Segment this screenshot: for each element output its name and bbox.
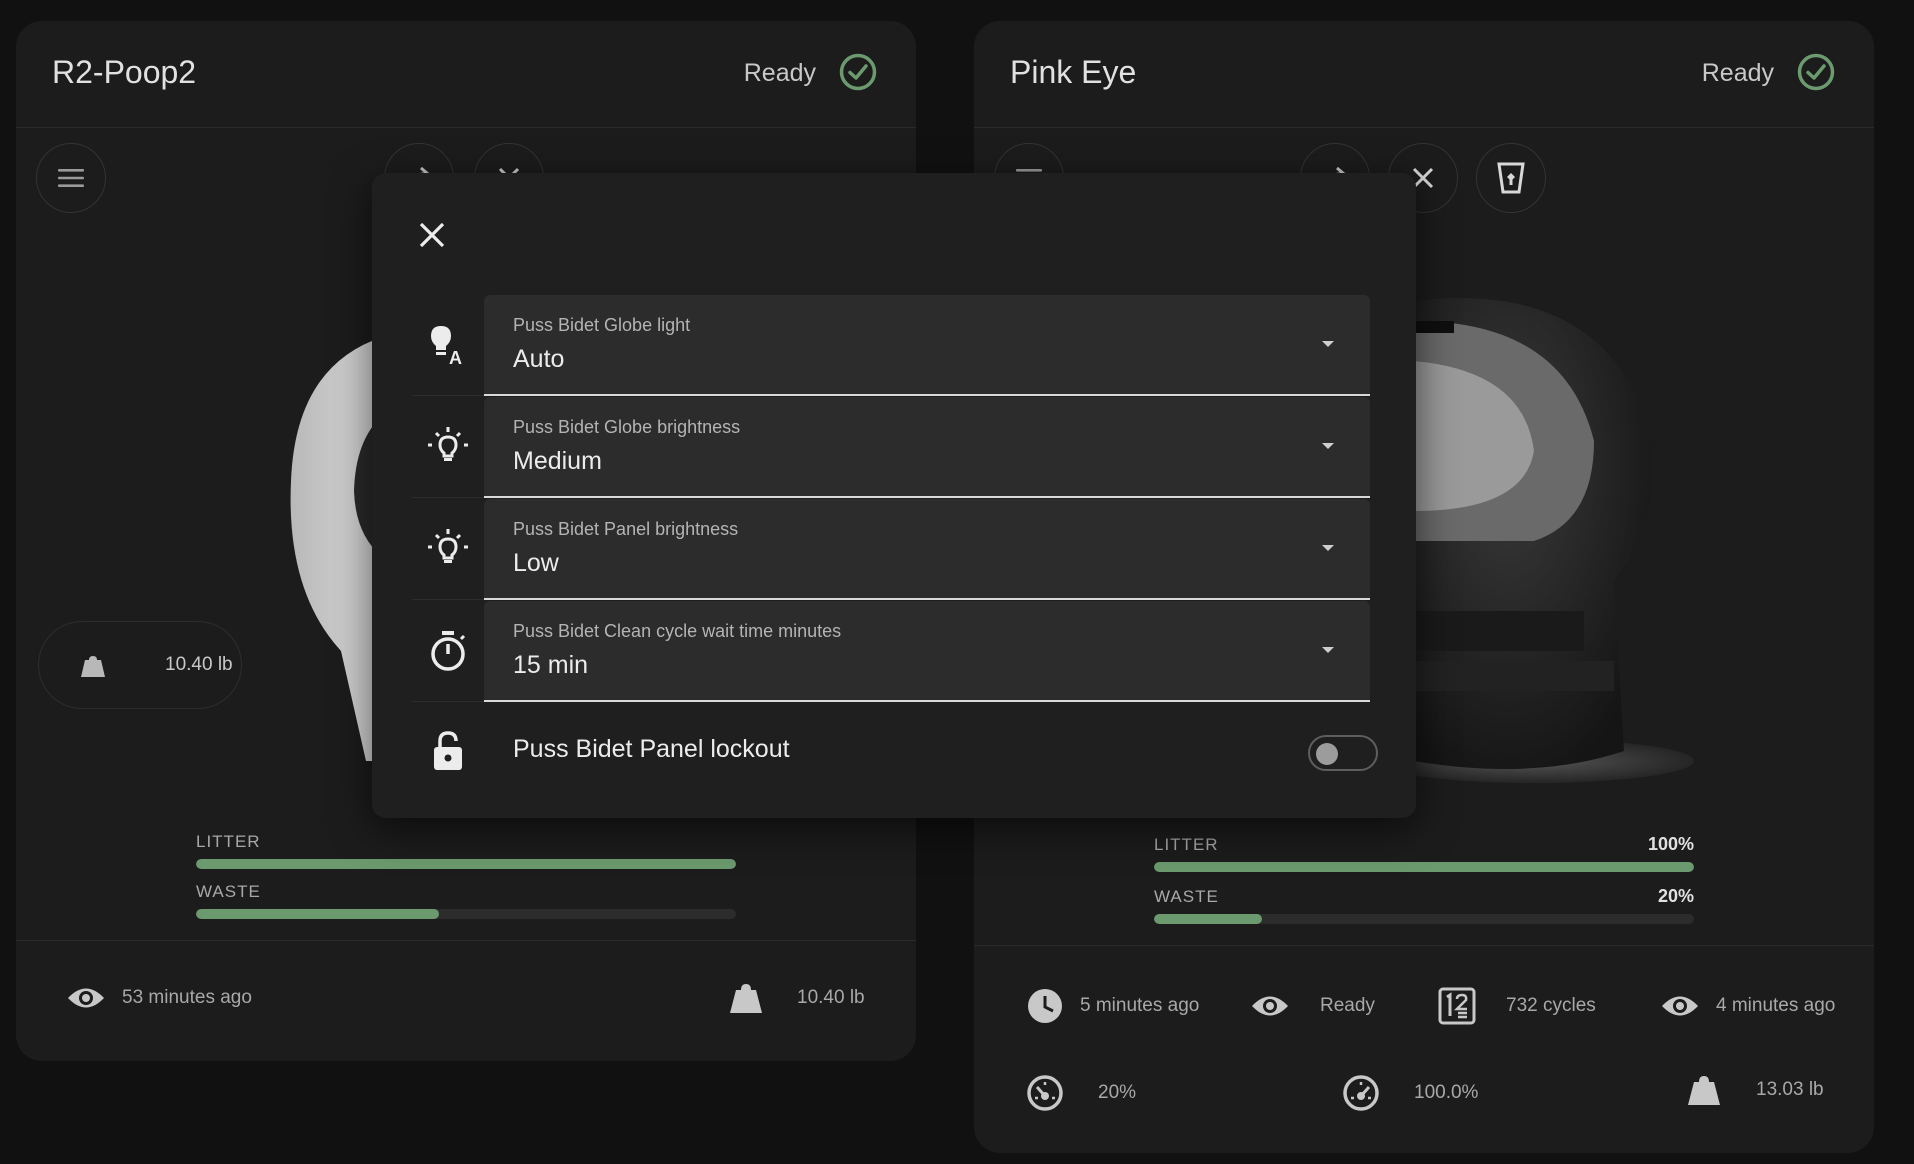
cycle-count-text: 732 cycles bbox=[1506, 995, 1596, 1016]
weight-icon bbox=[1688, 1076, 1720, 1105]
waste-bar-fill bbox=[196, 909, 439, 919]
weight-icon bbox=[81, 656, 105, 677]
card-header: R2-Poop2 Ready bbox=[16, 21, 916, 128]
dialog-close-button[interactable] bbox=[412, 215, 452, 255]
clean-cycle-wait-select[interactable]: Puss Bidet Clean cycle wait time minutes… bbox=[484, 601, 1370, 702]
waste-bar bbox=[1154, 914, 1694, 924]
cycle-count[interactable]: 732 cycles bbox=[1438, 987, 1596, 1025]
settings-dialog: A Puss Bidet Globe light Auto Puss Bidet… bbox=[372, 173, 1416, 818]
toggle-knob bbox=[1316, 743, 1338, 765]
gauge-icon bbox=[1343, 1075, 1379, 1111]
litter-bar bbox=[1154, 862, 1694, 872]
select-value: Low bbox=[513, 549, 559, 577]
panel-lockout-label: Puss Bidet Panel lockout bbox=[513, 735, 790, 763]
lightbulb-on-icon bbox=[412, 499, 484, 600]
menu-button[interactable] bbox=[36, 143, 106, 213]
weight-pill[interactable]: 10.40 lb bbox=[38, 621, 242, 709]
panel-brightness-select[interactable]: Puss Bidet Panel brightness Low bbox=[484, 499, 1370, 600]
pet-weight[interactable]: 13.03 lb bbox=[1686, 1073, 1824, 1107]
dropdown-arrow-icon bbox=[1322, 647, 1334, 653]
pet-weight-text: 13.03 lb bbox=[1756, 1079, 1824, 1100]
waste-percent: 20% bbox=[1657, 886, 1694, 906]
pet-weight[interactable]: 10.40 lb bbox=[728, 981, 865, 1015]
litter-bar-fill bbox=[1154, 862, 1694, 872]
panel-lockout-row: Puss Bidet Panel lockout bbox=[412, 711, 1378, 791]
select-value: 15 min bbox=[513, 651, 589, 679]
globe-light-row: A Puss Bidet Globe light Auto bbox=[412, 295, 1376, 396]
clock-icon bbox=[1028, 989, 1062, 1023]
last-activity[interactable]: 5 minutes ago bbox=[1026, 987, 1199, 1025]
status-text: Ready bbox=[743, 59, 816, 87]
svg-text:A: A bbox=[449, 348, 462, 366]
globe-brightness-select[interactable]: Puss Bidet Globe brightness Medium bbox=[484, 397, 1370, 498]
status[interactable]: Ready bbox=[1250, 991, 1375, 1021]
divider bbox=[974, 945, 1874, 946]
waste-bar bbox=[196, 909, 736, 919]
dropdown-arrow-icon bbox=[1322, 545, 1334, 551]
pet-weight-text: 10.40 lb bbox=[797, 987, 865, 1008]
litter-label: LITTER bbox=[1154, 835, 1219, 854]
lightbulb-on-icon bbox=[412, 397, 484, 498]
panel-brightness-row: Puss Bidet Panel brightness Low bbox=[412, 499, 1376, 600]
weight-value: 10.40 lb bbox=[165, 654, 233, 675]
clean-cycle-wait-row: Puss Bidet Clean cycle wait time minutes… bbox=[412, 601, 1376, 702]
litter-gauge[interactable]: 100.0% bbox=[1342, 1074, 1478, 1112]
select-label: Puss Bidet Panel brightness bbox=[513, 519, 739, 539]
status-text: Ready bbox=[1701, 59, 1774, 87]
last-seen-text: 4 minutes ago bbox=[1716, 995, 1836, 1016]
last-activity-text: 5 minutes ago bbox=[1080, 995, 1200, 1016]
waste-label: WASTE bbox=[196, 882, 261, 901]
check-circle-icon bbox=[1797, 53, 1835, 91]
select-value: Auto bbox=[513, 345, 565, 373]
menu-icon bbox=[58, 169, 84, 187]
lock-open-icon bbox=[412, 711, 484, 791]
last-seen-text: 53 minutes ago bbox=[122, 987, 252, 1008]
waste-bar-fill bbox=[1154, 914, 1262, 924]
waste-gauge[interactable]: 20% bbox=[1026, 1074, 1136, 1112]
trash-bin-icon bbox=[1497, 162, 1525, 194]
divider bbox=[16, 940, 916, 941]
litter-gauge-text: 100.0% bbox=[1414, 1082, 1479, 1103]
eye-icon bbox=[1662, 996, 1698, 1016]
dropdown-arrow-icon bbox=[1322, 341, 1334, 347]
lightbulb-auto-icon: A bbox=[412, 295, 484, 396]
card-title: Pink Eye bbox=[1010, 54, 1137, 90]
close-icon bbox=[419, 222, 445, 248]
panel-lockout-toggle[interactable] bbox=[1308, 735, 1378, 771]
last-seen[interactable]: 4 minutes ago bbox=[1660, 991, 1835, 1021]
select-label: Puss Bidet Clean cycle wait time minutes bbox=[513, 621, 842, 641]
select-value: Medium bbox=[513, 447, 602, 475]
litter-bar-fill bbox=[196, 859, 736, 869]
select-label: Puss Bidet Globe brightness bbox=[513, 417, 741, 437]
globe-light-select[interactable]: Puss Bidet Globe light Auto bbox=[484, 295, 1370, 396]
weight-icon bbox=[730, 984, 762, 1013]
check-circle-icon bbox=[839, 53, 877, 91]
gauge-icon bbox=[1027, 1075, 1063, 1111]
globe-brightness-row: Puss Bidet Globe brightness Medium bbox=[412, 397, 1376, 498]
litter-label: LITTER bbox=[196, 832, 261, 851]
card-title: R2-Poop2 bbox=[52, 54, 197, 90]
status-text: Ready bbox=[1320, 995, 1375, 1016]
last-seen[interactable]: 53 minutes ago bbox=[66, 983, 252, 1013]
waste-label: WASTE bbox=[1154, 887, 1219, 906]
select-label: Puss Bidet Globe light bbox=[513, 315, 691, 335]
waste-gauge-text: 20% bbox=[1098, 1082, 1137, 1103]
litter-bar bbox=[196, 859, 736, 869]
card-header: Pink Eye Ready bbox=[974, 21, 1874, 128]
litter-robot-image bbox=[1414, 298, 1694, 783]
timer-icon bbox=[412, 601, 484, 702]
counter-icon bbox=[1438, 987, 1476, 1025]
eye-icon bbox=[1252, 996, 1288, 1016]
eye-icon bbox=[68, 988, 104, 1008]
empty-waste-button[interactable] bbox=[1476, 143, 1546, 213]
dropdown-arrow-icon bbox=[1322, 443, 1334, 449]
litter-percent: 100% bbox=[1647, 834, 1694, 854]
